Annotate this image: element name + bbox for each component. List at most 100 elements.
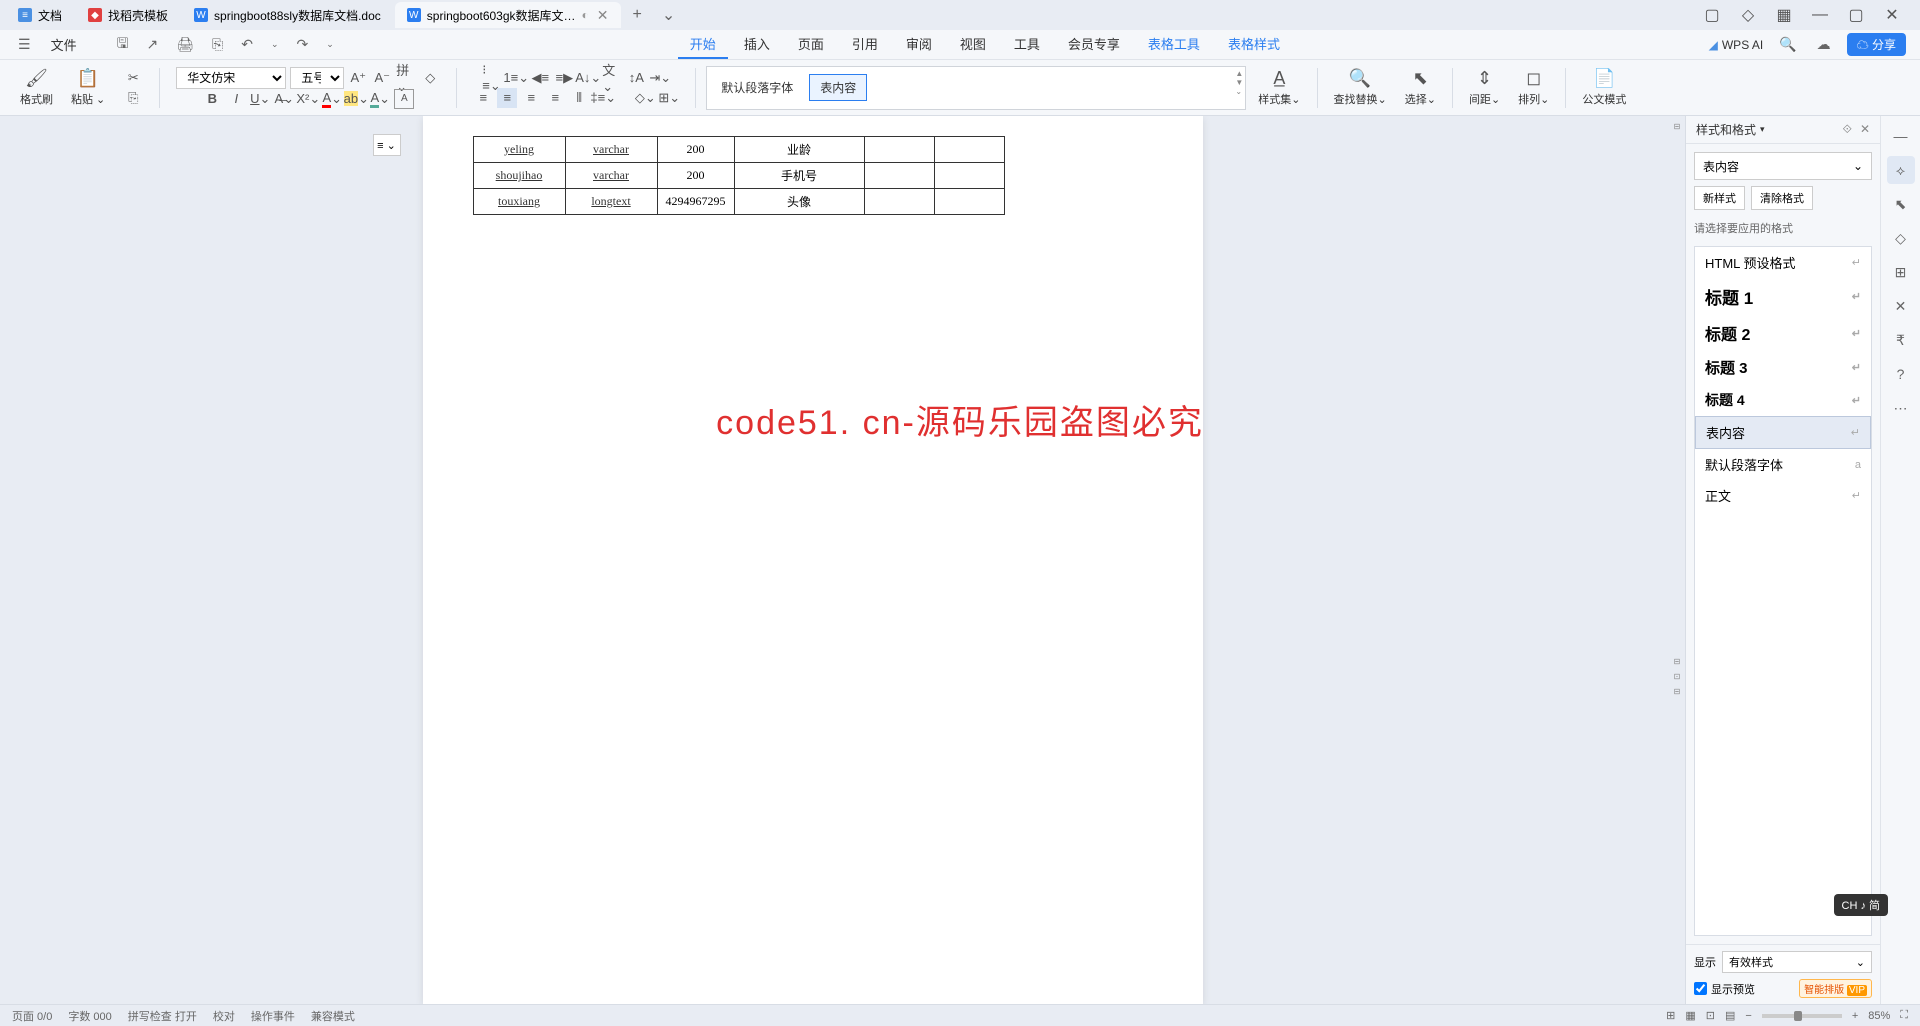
- undo-dropdown-icon[interactable]: ⌄: [267, 37, 283, 52]
- align-center-icon[interactable]: ≡: [497, 88, 517, 108]
- shading-icon[interactable]: A⌄: [370, 89, 390, 109]
- style-list-item[interactable]: 标题 1↵: [1695, 278, 1871, 315]
- copy-icon[interactable]: ⎘: [123, 88, 143, 108]
- document-tab[interactable]: ≡文档: [6, 2, 74, 28]
- print-icon[interactable]: 🖨: [172, 34, 198, 55]
- align-left-icon[interactable]: ≡: [473, 88, 493, 108]
- menu-tab[interactable]: 审阅: [894, 30, 944, 59]
- minimize-icon[interactable]: —: [1808, 3, 1832, 27]
- font-size-select[interactable]: 五号: [290, 67, 344, 89]
- wps-ai-button[interactable]: ◢WPS AI: [1709, 38, 1764, 52]
- decrease-font-icon[interactable]: A⁻: [372, 68, 392, 88]
- zoom-in-icon[interactable]: +: [1852, 1010, 1858, 1022]
- hamburger-icon[interactable]: ☰: [14, 34, 35, 55]
- zoom-value[interactable]: 85%: [1868, 1010, 1890, 1022]
- style-gallery[interactable]: 默认段落字体 表内容 ▲▼⌄: [706, 66, 1246, 110]
- maximize-icon[interactable]: ▢: [1844, 3, 1868, 27]
- status-item[interactable]: 校对: [213, 1008, 235, 1024]
- pin-icon[interactable]: ⟐: [1842, 122, 1851, 137]
- menu-tab[interactable]: 表格工具: [1136, 30, 1212, 59]
- share-button[interactable]: ☁ 分享: [1847, 33, 1906, 56]
- status-item[interactable]: 操作事件: [251, 1008, 295, 1024]
- sort-icon[interactable]: A↓⌄: [578, 68, 598, 88]
- styleset-button[interactable]: A̲样式集⌄: [1252, 66, 1306, 109]
- new-style-button[interactable]: 新样式: [1694, 186, 1745, 210]
- cloud-icon[interactable]: ☁: [1813, 34, 1835, 55]
- underline-icon[interactable]: U⌄: [250, 89, 270, 109]
- find-replace-button[interactable]: 🔍查找替换⌄: [1328, 66, 1393, 109]
- zoom-out-icon[interactable]: −: [1745, 1010, 1751, 1022]
- clear-format-button[interactable]: 清除格式: [1751, 186, 1813, 210]
- preview-icon[interactable]: ⎘: [208, 34, 227, 55]
- save-icon[interactable]: 🖫: [113, 31, 133, 59]
- asian-layout-icon[interactable]: 文⌄: [602, 68, 622, 88]
- document-area[interactable]: ≡ ⌄ yelingvarchar200业龄shoujihaovarchar20…: [0, 116, 1685, 1004]
- status-item[interactable]: 页面 0/0: [12, 1008, 52, 1024]
- outline-toggle-icon[interactable]: ≡ ⌄: [373, 134, 401, 156]
- table-row[interactable]: touxianglongtext4294967295头像: [473, 189, 1004, 215]
- paste-button[interactable]: 📋粘贴 ⌄: [65, 66, 111, 109]
- superscript-icon[interactable]: X²⌄: [298, 89, 318, 109]
- gov-mode-button[interactable]: 📄公文模式: [1576, 66, 1632, 109]
- fill-color-icon[interactable]: ◇⌄: [635, 88, 655, 108]
- arrange-button[interactable]: ◻排列⌄: [1512, 66, 1555, 109]
- show-filter-select[interactable]: 有效样式⌄: [1722, 951, 1872, 973]
- menu-tab[interactable]: 视图: [948, 30, 998, 59]
- fullscreen-icon[interactable]: ⛶: [1900, 1009, 1908, 1022]
- document-tab[interactable]: Wspringboot603gk数据库文…◐✕: [395, 2, 621, 28]
- props-tool-icon[interactable]: ₹: [1887, 326, 1915, 354]
- style-list-item[interactable]: 标题 4↵: [1695, 384, 1871, 416]
- menu-tab[interactable]: 页面: [786, 30, 836, 59]
- italic-icon[interactable]: I: [226, 89, 246, 109]
- table-row[interactable]: yelingvarchar200业龄: [473, 137, 1004, 163]
- tab-dropdown[interactable]: ⌄: [652, 5, 685, 25]
- view-icon-3[interactable]: ⊡: [1706, 1009, 1715, 1022]
- preview-checkbox[interactable]: 显示预览: [1694, 981, 1755, 997]
- status-item[interactable]: 拼写检查 打开: [128, 1008, 197, 1024]
- table-row[interactable]: shoujihaovarchar200手机号: [473, 163, 1004, 189]
- settings-tool-icon[interactable]: ✕: [1887, 292, 1915, 320]
- menu-tab[interactable]: 开始: [678, 30, 728, 59]
- help-tool-icon[interactable]: ?: [1887, 360, 1915, 388]
- document-tab[interactable]: Wspringboot88sly数据库文档.doc: [182, 2, 393, 28]
- menu-tab[interactable]: 会员专享: [1056, 30, 1132, 59]
- increase-indent-icon[interactable]: ≡▶: [554, 68, 574, 88]
- export-icon[interactable]: ↗: [143, 34, 163, 55]
- menu-tab[interactable]: 工具: [1002, 30, 1052, 59]
- style-list-item[interactable]: 默认段落字体a: [1695, 449, 1871, 480]
- align-justify-icon[interactable]: ≡: [545, 88, 565, 108]
- borders-icon[interactable]: ⊞⌄: [659, 88, 679, 108]
- zoom-slider[interactable]: [1762, 1014, 1842, 1018]
- shapes-tool-icon[interactable]: ◇: [1887, 224, 1915, 252]
- styles-tool-icon[interactable]: ⟡: [1887, 156, 1915, 184]
- character-border-icon[interactable]: A: [394, 89, 414, 109]
- spacing-button[interactable]: ⇕间距⌄: [1463, 66, 1506, 109]
- distributed-icon[interactable]: ⫴: [569, 88, 589, 108]
- strikethrough-icon[interactable]: A̶⌄: [274, 89, 294, 109]
- apps-icon[interactable]: ▦: [1772, 3, 1796, 27]
- menu-tab[interactable]: 插入: [732, 30, 782, 59]
- select-tool-icon[interactable]: ⬉: [1887, 190, 1915, 218]
- decrease-indent-icon[interactable]: ◀≡: [530, 68, 550, 88]
- select-button[interactable]: ⬉选择⌄: [1399, 66, 1442, 109]
- clip-tool-icon[interactable]: ⊞: [1887, 258, 1915, 286]
- bullets-icon[interactable]: ⁝≡⌄: [482, 68, 502, 88]
- cube-icon[interactable]: ◇: [1736, 3, 1760, 27]
- current-style-select[interactable]: 表内容⌄: [1694, 152, 1872, 180]
- view-icon-2[interactable]: ▦: [1685, 1009, 1695, 1022]
- format-brush-button[interactable]: 🖌格式刷: [14, 66, 59, 109]
- document-tab[interactable]: ◆找稻壳模板: [76, 2, 180, 28]
- tabs-icon[interactable]: ⇥⌄: [650, 68, 670, 88]
- highlight-icon[interactable]: ab⌄: [346, 89, 366, 109]
- style-list-item[interactable]: 标题 3↵: [1695, 351, 1871, 384]
- menu-tab[interactable]: 引用: [840, 30, 890, 59]
- status-item[interactable]: 字数 000: [68, 1008, 111, 1024]
- close-window-icon[interactable]: ✕: [1880, 3, 1904, 27]
- align-right-icon[interactable]: ≡: [521, 88, 541, 108]
- font-color-icon[interactable]: A⌄: [322, 89, 342, 109]
- style-list-item[interactable]: 正文↵: [1695, 480, 1871, 511]
- change-case-icon[interactable]: 拼⌄: [396, 68, 416, 88]
- style-list-item[interactable]: 标题 2↵: [1695, 315, 1871, 351]
- redo-icon[interactable]: ↷: [293, 34, 313, 55]
- collapse-icon[interactable]: —: [1887, 122, 1915, 150]
